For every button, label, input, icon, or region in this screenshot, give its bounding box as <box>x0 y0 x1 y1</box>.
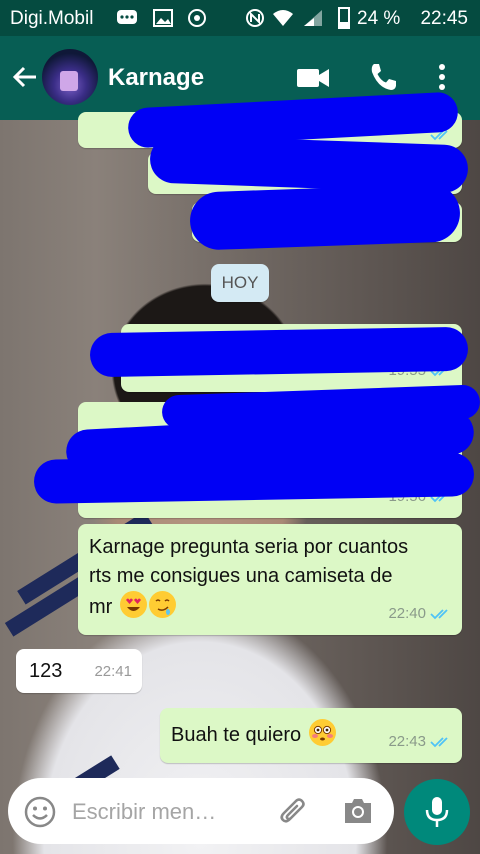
contact-avatar[interactable] <box>42 49 98 105</box>
carrier-name: Digi.Mobil <box>10 8 94 29</box>
message-meta: 22:40 <box>388 599 452 628</box>
mic-button[interactable] <box>404 779 470 845</box>
wifi-icon <box>273 10 293 26</box>
battery-percent: 24 % <box>357 8 401 29</box>
signal-icon <box>304 10 322 26</box>
voice-call-icon[interactable] <box>368 62 398 92</box>
gallery-notification-icon <box>153 9 173 27</box>
battery-icon <box>338 7 350 29</box>
music-notification-icon <box>188 9 206 27</box>
status-bar: Digi.Mobil 24 % 22:45 <box>0 0 480 36</box>
message-bubble-outgoing[interactable]: Buah te quiero 22:43 <box>160 708 462 763</box>
message-bubble-outgoing[interactable]: Karnage pregunta seria por cuantos rts m… <box>78 524 462 635</box>
more-options-icon[interactable] <box>436 62 448 92</box>
message-time: 22:43 <box>388 733 426 750</box>
contact-name[interactable]: Karnage <box>108 64 204 92</box>
redaction-scribble <box>189 183 461 251</box>
message-meta: 22:43 <box>388 727 452 756</box>
drooling-emoji <box>148 591 176 618</box>
message-text: Buah te quiero <box>171 724 302 746</box>
emoji-picker-icon[interactable] <box>24 796 56 828</box>
read-receipt-icon <box>430 608 448 619</box>
redaction-scribble <box>33 452 475 504</box>
redaction-scribble <box>89 326 469 378</box>
clock: 22:45 <box>420 8 468 29</box>
read-receipt-icon <box>430 736 448 747</box>
message-input[interactable]: Escribir men… <box>72 799 216 825</box>
message-time: 22:40 <box>388 605 426 622</box>
message-bubble-incoming[interactable]: 123 22:41 <box>16 649 142 693</box>
microphone-icon <box>425 797 449 827</box>
message-time: 22:41 <box>94 663 132 680</box>
back-arrow-icon[interactable] <box>10 62 40 92</box>
video-call-icon[interactable] <box>296 66 330 90</box>
message-composer: Escribir men… <box>8 778 394 844</box>
flushed-emoji <box>308 719 336 746</box>
message-notification-icon <box>117 10 137 24</box>
message-meta: 22:41 <box>94 657 132 686</box>
date-separator: HOY <box>211 264 269 302</box>
camera-icon[interactable] <box>342 796 374 826</box>
heart-eyes-emoji <box>119 591 147 618</box>
message-text: 123 <box>29 660 63 682</box>
attach-icon[interactable] <box>276 795 310 829</box>
nfc-icon <box>246 9 264 27</box>
